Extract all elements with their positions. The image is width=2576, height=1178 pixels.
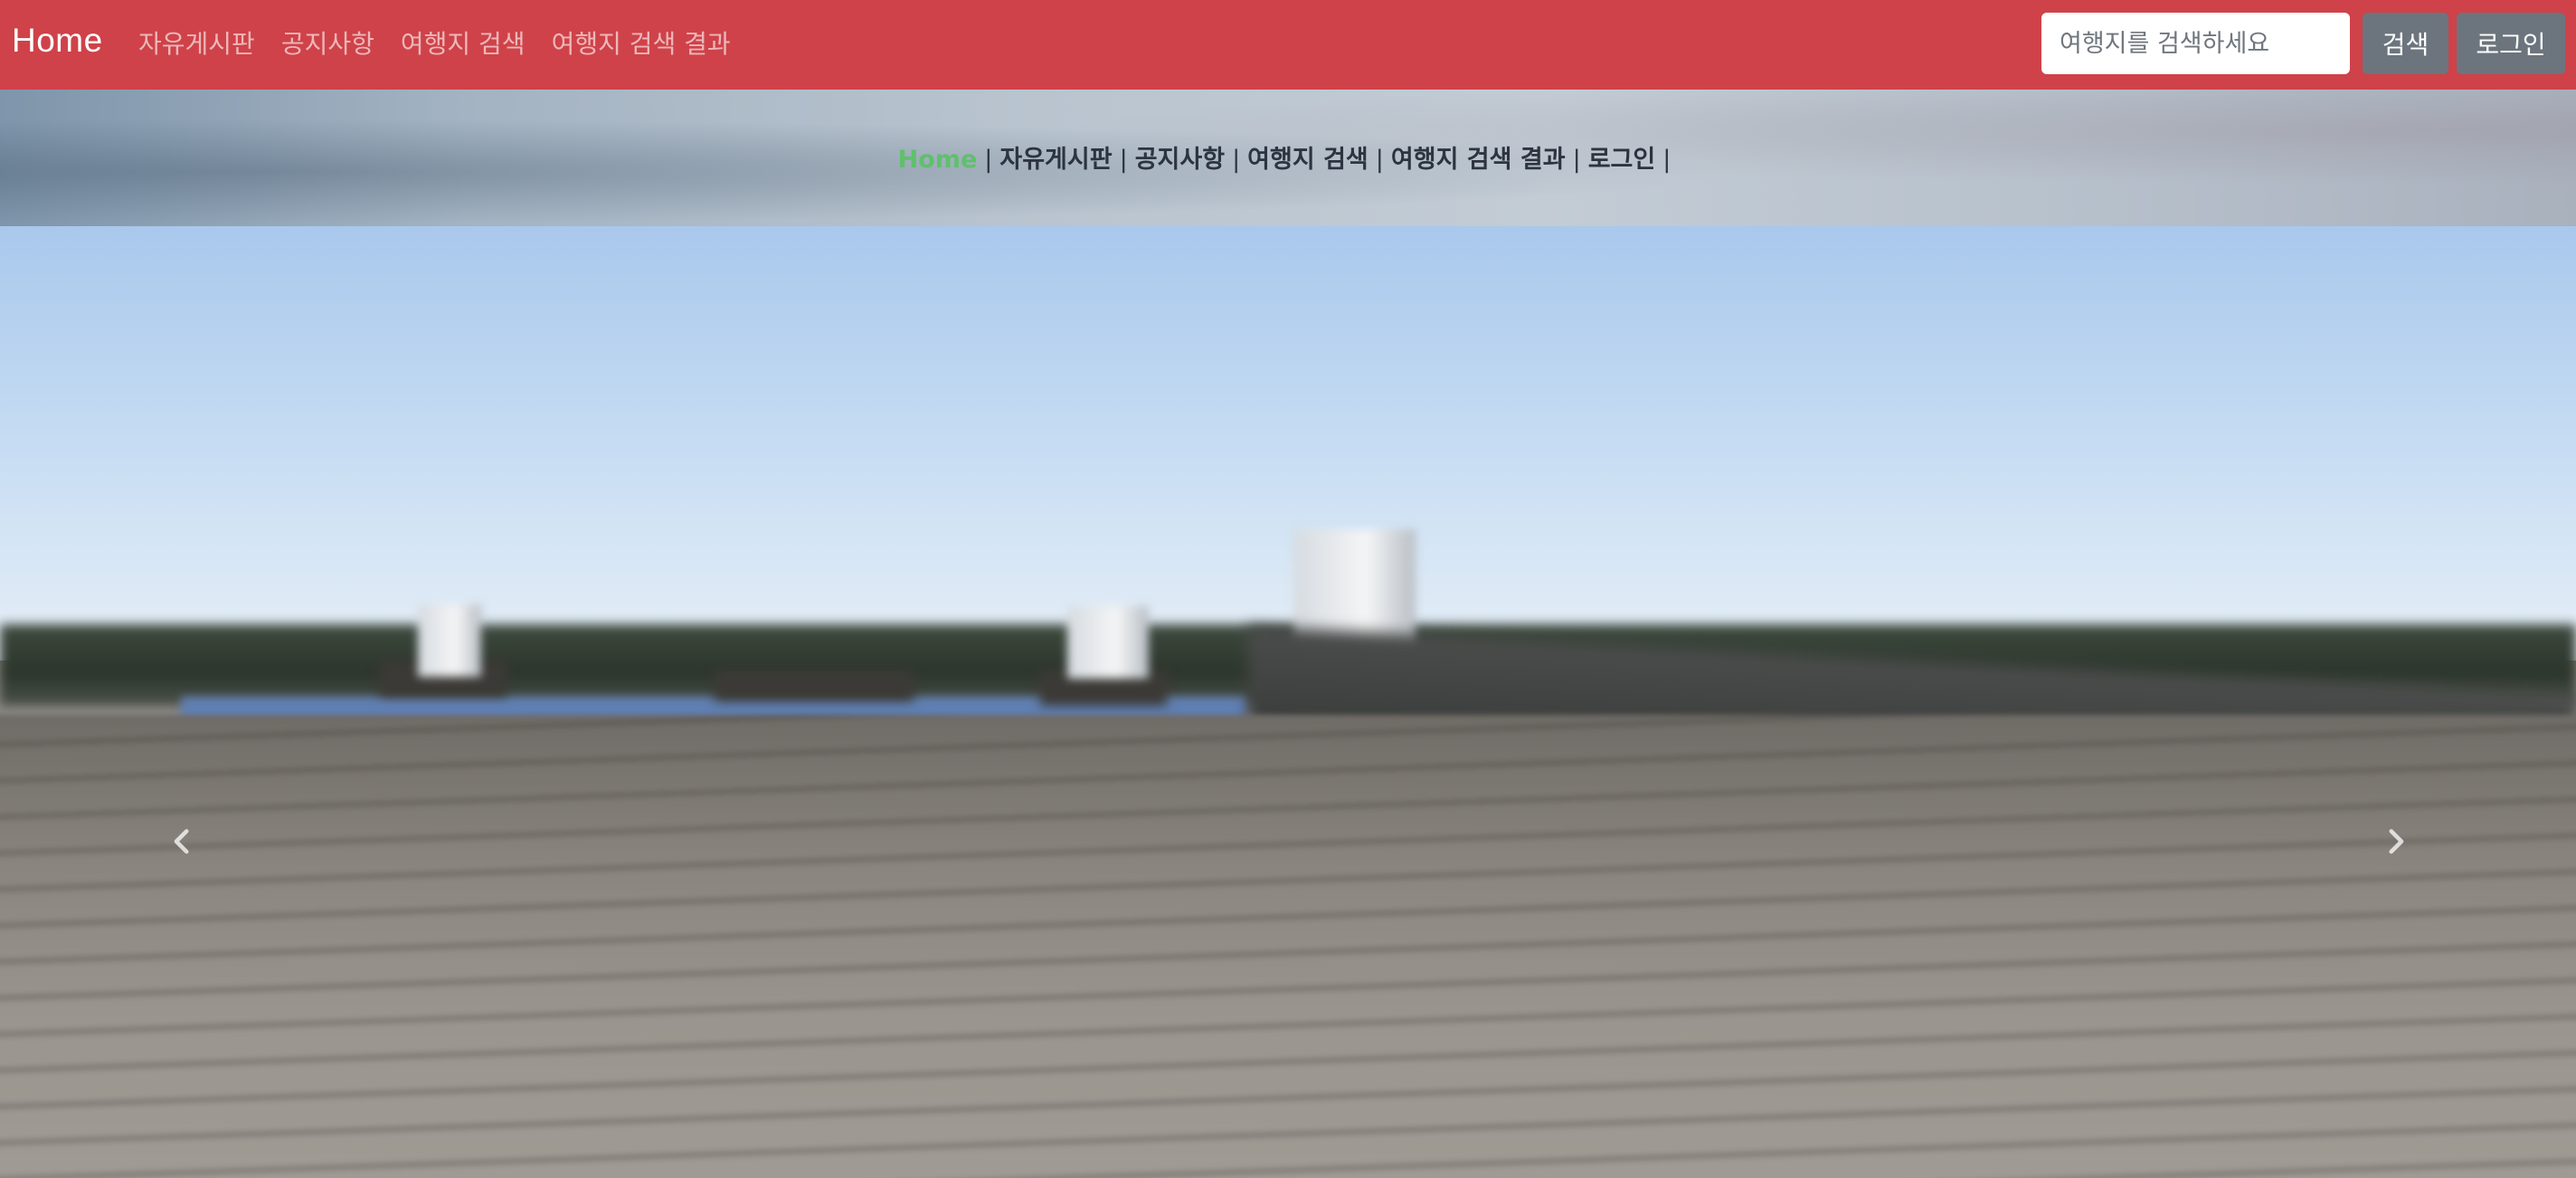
subnav-item-free-board[interactable]: 자유게시판 <box>999 146 1112 174</box>
separator: | <box>1232 146 1241 174</box>
brand-home-link[interactable]: Home <box>12 22 103 60</box>
top-navbar: Home 자유게시판 공지사항 여행지 검색 여행지 검색 결과 검색 로그인 <box>0 0 2576 90</box>
separator: | <box>1375 146 1384 174</box>
carousel-image-planks <box>0 715 2576 1178</box>
subnav-item-login[interactable]: 로그인 <box>1588 146 1656 174</box>
chevron-right-icon <box>2389 829 2404 854</box>
login-button[interactable]: 로그인 <box>2457 13 2565 74</box>
carousel-image-boat <box>715 670 914 701</box>
nav-link-free-board[interactable]: 자유게시판 <box>138 24 255 61</box>
nav-link-travel-search-result[interactable]: 여행지 검색 결과 <box>552 24 731 61</box>
nav-link-travel-search[interactable]: 여행지 검색 <box>401 24 526 61</box>
secondary-nav-band: Home | 자유게시판 | 공지사항 | 여행지 검색 | 여행지 검색 결과 | 로그인 | <box>0 90 2576 226</box>
nav-links: 자유게시판 공지사항 여행지 검색 여행지 검색 결과 <box>138 24 731 61</box>
carousel-image-sky <box>0 226 2576 660</box>
secondary-nav: Home | 자유게시판 | 공지사항 | 여행지 검색 | 여행지 검색 결과 | 로그인 | <box>0 139 2576 175</box>
hero-carousel <box>0 226 2576 1178</box>
subnav-item-notice[interactable]: 공지사항 <box>1135 146 1225 174</box>
nav-link-notice[interactable]: 공지사항 <box>281 24 374 61</box>
subnav-item-home[interactable]: Home <box>898 146 978 174</box>
carousel-image-tower <box>418 604 481 677</box>
separator: | <box>1572 146 1581 174</box>
separator: | <box>984 146 993 174</box>
search-button[interactable]: 검색 <box>2363 13 2448 74</box>
search-input[interactable] <box>2041 13 2350 74</box>
separator: | <box>1662 146 1672 174</box>
carousel-next-button[interactable] <box>2368 814 2422 869</box>
subnav-item-travel-search[interactable]: 여행지 검색 <box>1247 146 1368 174</box>
subnav-item-travel-search-result[interactable]: 여행지 검색 결과 <box>1391 146 1566 174</box>
carousel-prev-button[interactable] <box>156 814 210 869</box>
carousel-image-tower <box>1067 606 1149 679</box>
chevron-left-icon <box>174 829 189 854</box>
separator: | <box>1119 146 1128 174</box>
